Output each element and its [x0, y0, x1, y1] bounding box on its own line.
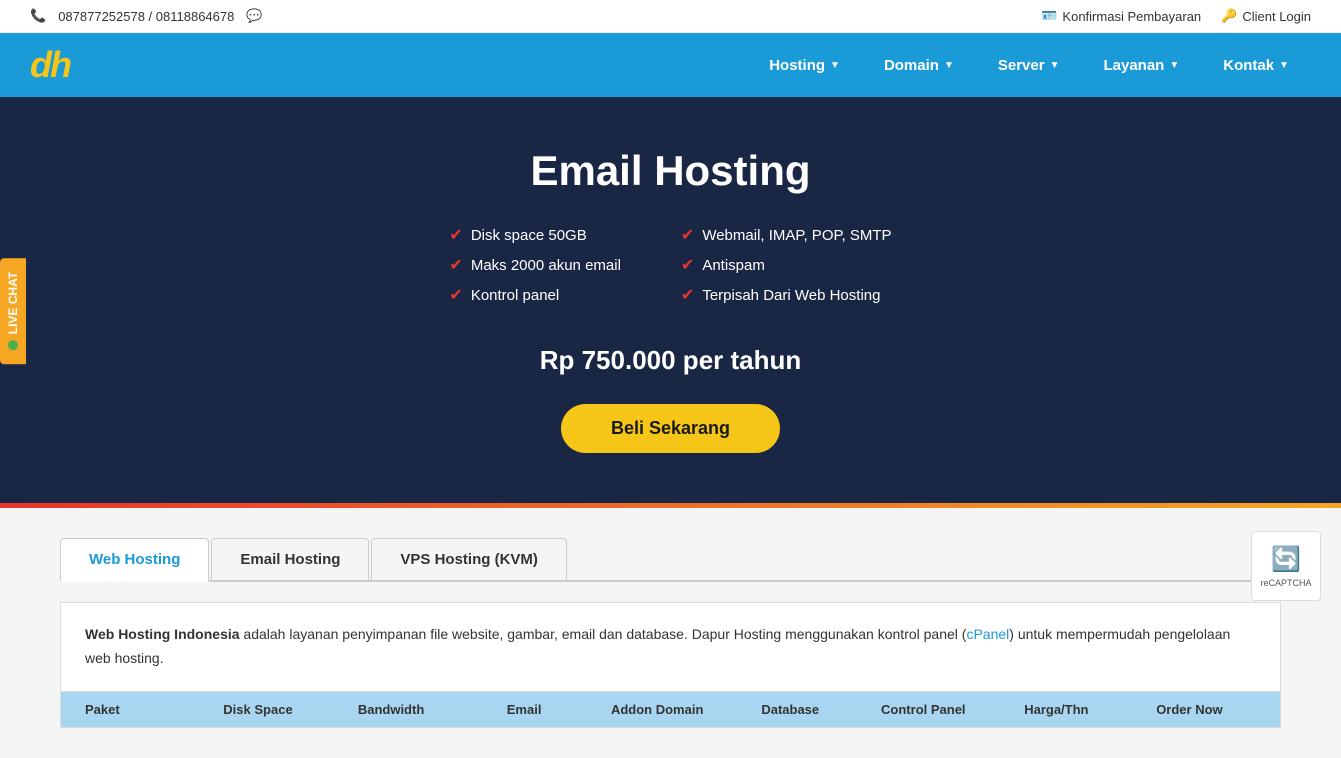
check-icon-6: ✔ [681, 285, 694, 305]
hero-feature-5: ✔ Antispam [681, 255, 892, 275]
tab-email-hosting-label: Email Hosting [240, 551, 340, 568]
col-email: Email [458, 702, 591, 717]
tab-web-hosting-label: Web Hosting [89, 551, 180, 568]
client-login-link[interactable]: 🔑 Client Login [1221, 8, 1311, 24]
nav-domain-arrow: ▼ [944, 60, 954, 71]
tab-web-hosting[interactable]: Web Hosting [60, 538, 209, 582]
konfirmasi-link[interactable]: 🪪 Konfirmasi Pembayaran [1041, 8, 1201, 24]
description-bold: Web Hosting Indonesia [85, 626, 240, 642]
site-logo[interactable]: dh [30, 44, 70, 86]
hero-feature-4-label: Webmail, IMAP, POP, SMTP [702, 227, 891, 244]
phone-icon: 📞 [30, 8, 46, 24]
nav-domain[interactable]: Domain ▼ [862, 33, 976, 97]
chat-icon: 💬 [246, 8, 262, 24]
hero-feature-4: ✔ Webmail, IMAP, POP, SMTP [681, 225, 892, 245]
client-login-label: Client Login [1242, 9, 1311, 24]
col-control-panel: Control Panel [857, 702, 990, 717]
check-icon-1: ✔ [449, 225, 462, 245]
hero-section: Email Hosting ✔ Disk space 50GB ✔ Maks 2… [0, 97, 1341, 503]
live-chat-label: LIVE CHAT [6, 271, 20, 333]
hero-feature-1-label: Disk space 50GB [471, 227, 587, 244]
tab-vps-hosting[interactable]: VPS Hosting (KVM) [371, 538, 567, 580]
navbar: dh Hosting ▼ Domain ▼ Server ▼ Layanan ▼… [0, 33, 1341, 97]
nav-server[interactable]: Server ▼ [976, 33, 1082, 97]
hero-feature-3-label: Kontrol panel [471, 287, 559, 304]
konfirmasi-icon: 🪪 [1041, 8, 1057, 24]
nav-links: Hosting ▼ Domain ▼ Server ▼ Layanan ▼ Ko… [747, 33, 1311, 97]
col-bandwidth: Bandwidth [325, 702, 458, 717]
hero-feature-1: ✔ Disk space 50GB [449, 225, 621, 245]
nav-hosting[interactable]: Hosting ▼ [747, 33, 862, 97]
description-box: Web Hosting Indonesia adalah layanan pen… [60, 602, 1281, 692]
hero-features-left: ✔ Disk space 50GB ✔ Maks 2000 akun email… [449, 225, 621, 315]
description-text: Web Hosting Indonesia adalah layanan pen… [85, 623, 1256, 671]
live-chat-button[interactable]: LIVE CHAT [0, 257, 26, 363]
top-bar-right: 🪪 Konfirmasi Pembayaran 🔑 Client Login [1041, 8, 1311, 24]
recaptcha-label: reCAPTCHA [1261, 578, 1312, 588]
hero-feature-6: ✔ Terpisah Dari Web Hosting [681, 285, 892, 305]
content-area: Web Hosting Email Hosting VPS Hosting (K… [0, 508, 1341, 758]
col-order-now: Order Now [1123, 702, 1256, 717]
hero-feature-6-label: Terpisah Dari Web Hosting [702, 287, 880, 304]
nav-layanan-arrow: ▼ [1169, 60, 1179, 71]
hero-features-right: ✔ Webmail, IMAP, POP, SMTP ✔ Antispam ✔ … [681, 225, 892, 315]
client-login-icon: 🔑 [1221, 8, 1237, 24]
top-bar: 📞 087877252578 / 08118864678 💬 🪪 Konfirm… [0, 0, 1341, 33]
tab-vps-hosting-label: VPS Hosting (KVM) [400, 551, 538, 568]
recaptcha-icon: 🔄 [1271, 545, 1301, 574]
cpanel-link[interactable]: cPanel [966, 626, 1009, 642]
nav-layanan-label: Layanan [1103, 57, 1164, 74]
hero-price: Rp 750.000 per tahun [20, 345, 1321, 376]
konfirmasi-label: Konfirmasi Pembayaran [1062, 9, 1201, 24]
nav-hosting-arrow: ▼ [830, 60, 840, 71]
hero-features: ✔ Disk space 50GB ✔ Maks 2000 akun email… [20, 225, 1321, 315]
nav-layanan[interactable]: Layanan ▼ [1081, 33, 1201, 97]
table-header-row: Paket Disk Space Bandwidth Email Addon D… [60, 692, 1281, 728]
live-chat-status-dot [8, 340, 18, 350]
top-bar-left: 📞 087877252578 / 08118864678 💬 [30, 8, 263, 24]
buy-button[interactable]: Beli Sekarang [561, 404, 780, 453]
recaptcha-badge: 🔄 reCAPTCHA [1251, 531, 1321, 601]
hero-feature-5-label: Antispam [702, 257, 765, 274]
col-harga: Harga/Thn [990, 702, 1123, 717]
tab-email-hosting[interactable]: Email Hosting [211, 538, 369, 580]
hero-feature-3: ✔ Kontrol panel [449, 285, 621, 305]
nav-domain-label: Domain [884, 57, 939, 74]
hero-title: Email Hosting [20, 147, 1321, 195]
col-database: Database [724, 702, 857, 717]
check-icon-2: ✔ [449, 255, 462, 275]
phone-number: 087877252578 / 08118864678 [58, 9, 234, 24]
description-text1: adalah layanan penyimpanan file website,… [240, 626, 967, 642]
nav-kontak-arrow: ▼ [1279, 60, 1289, 71]
nav-server-arrow: ▼ [1050, 60, 1060, 71]
hero-feature-2: ✔ Maks 2000 akun email [449, 255, 621, 275]
col-disk-space: Disk Space [191, 702, 324, 717]
nav-hosting-label: Hosting [769, 57, 825, 74]
check-icon-4: ✔ [681, 225, 694, 245]
nav-kontak[interactable]: Kontak ▼ [1201, 33, 1311, 97]
col-paket: Paket [85, 702, 191, 717]
nav-kontak-label: Kontak [1223, 57, 1274, 74]
check-icon-3: ✔ [449, 285, 462, 305]
check-icon-5: ✔ [681, 255, 694, 275]
col-addon-domain: Addon Domain [591, 702, 724, 717]
hero-feature-2-label: Maks 2000 akun email [471, 257, 621, 274]
nav-server-label: Server [998, 57, 1045, 74]
tabs-bar: Web Hosting Email Hosting VPS Hosting (K… [60, 538, 1281, 582]
